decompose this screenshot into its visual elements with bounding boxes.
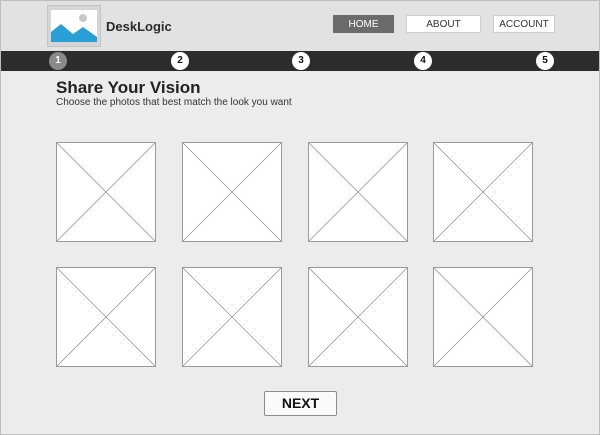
step-1[interactable]: 1	[49, 52, 67, 70]
step-progress-bar: 1 2 3 4 5	[1, 51, 599, 71]
nav-home-button[interactable]: HOME	[333, 15, 394, 33]
photo-option[interactable]	[56, 267, 156, 367]
photo-option[interactable]	[182, 142, 282, 242]
image-placeholder-icon	[183, 268, 281, 366]
page: DeskLogic HOME ABOUT ACCOUNT 1 2 3 4 5 S…	[0, 0, 600, 435]
page-title: Share Your Vision	[56, 78, 201, 97]
image-placeholder-icon	[434, 268, 532, 366]
image-placeholder-icon	[434, 143, 532, 241]
image-placeholder-icon	[309, 268, 407, 366]
next-button[interactable]: NEXT	[264, 391, 337, 416]
brand-name: DeskLogic	[106, 19, 172, 34]
photo-option[interactable]	[433, 142, 533, 242]
step-5[interactable]: 5	[536, 52, 554, 70]
step-3[interactable]: 3	[292, 52, 310, 70]
photo-option[interactable]	[433, 267, 533, 367]
photo-option[interactable]	[56, 142, 156, 242]
nav-account-button[interactable]: ACCOUNT	[493, 15, 555, 33]
page-subtitle: Choose the photos that best match the lo…	[56, 97, 292, 108]
image-placeholder-icon	[57, 268, 155, 366]
photo-option[interactable]	[308, 142, 408, 242]
image-placeholder-icon	[51, 10, 97, 42]
logo[interactable]	[47, 5, 101, 47]
header: DeskLogic HOME ABOUT ACCOUNT	[1, 1, 599, 51]
step-4[interactable]: 4	[414, 52, 432, 70]
nav-about-button[interactable]: ABOUT	[406, 15, 481, 33]
image-placeholder-icon	[57, 143, 155, 241]
photo-option[interactable]	[308, 267, 408, 367]
photo-option[interactable]	[182, 267, 282, 367]
step-2[interactable]: 2	[171, 52, 189, 70]
image-placeholder-icon	[309, 143, 407, 241]
image-placeholder-icon	[183, 143, 281, 241]
